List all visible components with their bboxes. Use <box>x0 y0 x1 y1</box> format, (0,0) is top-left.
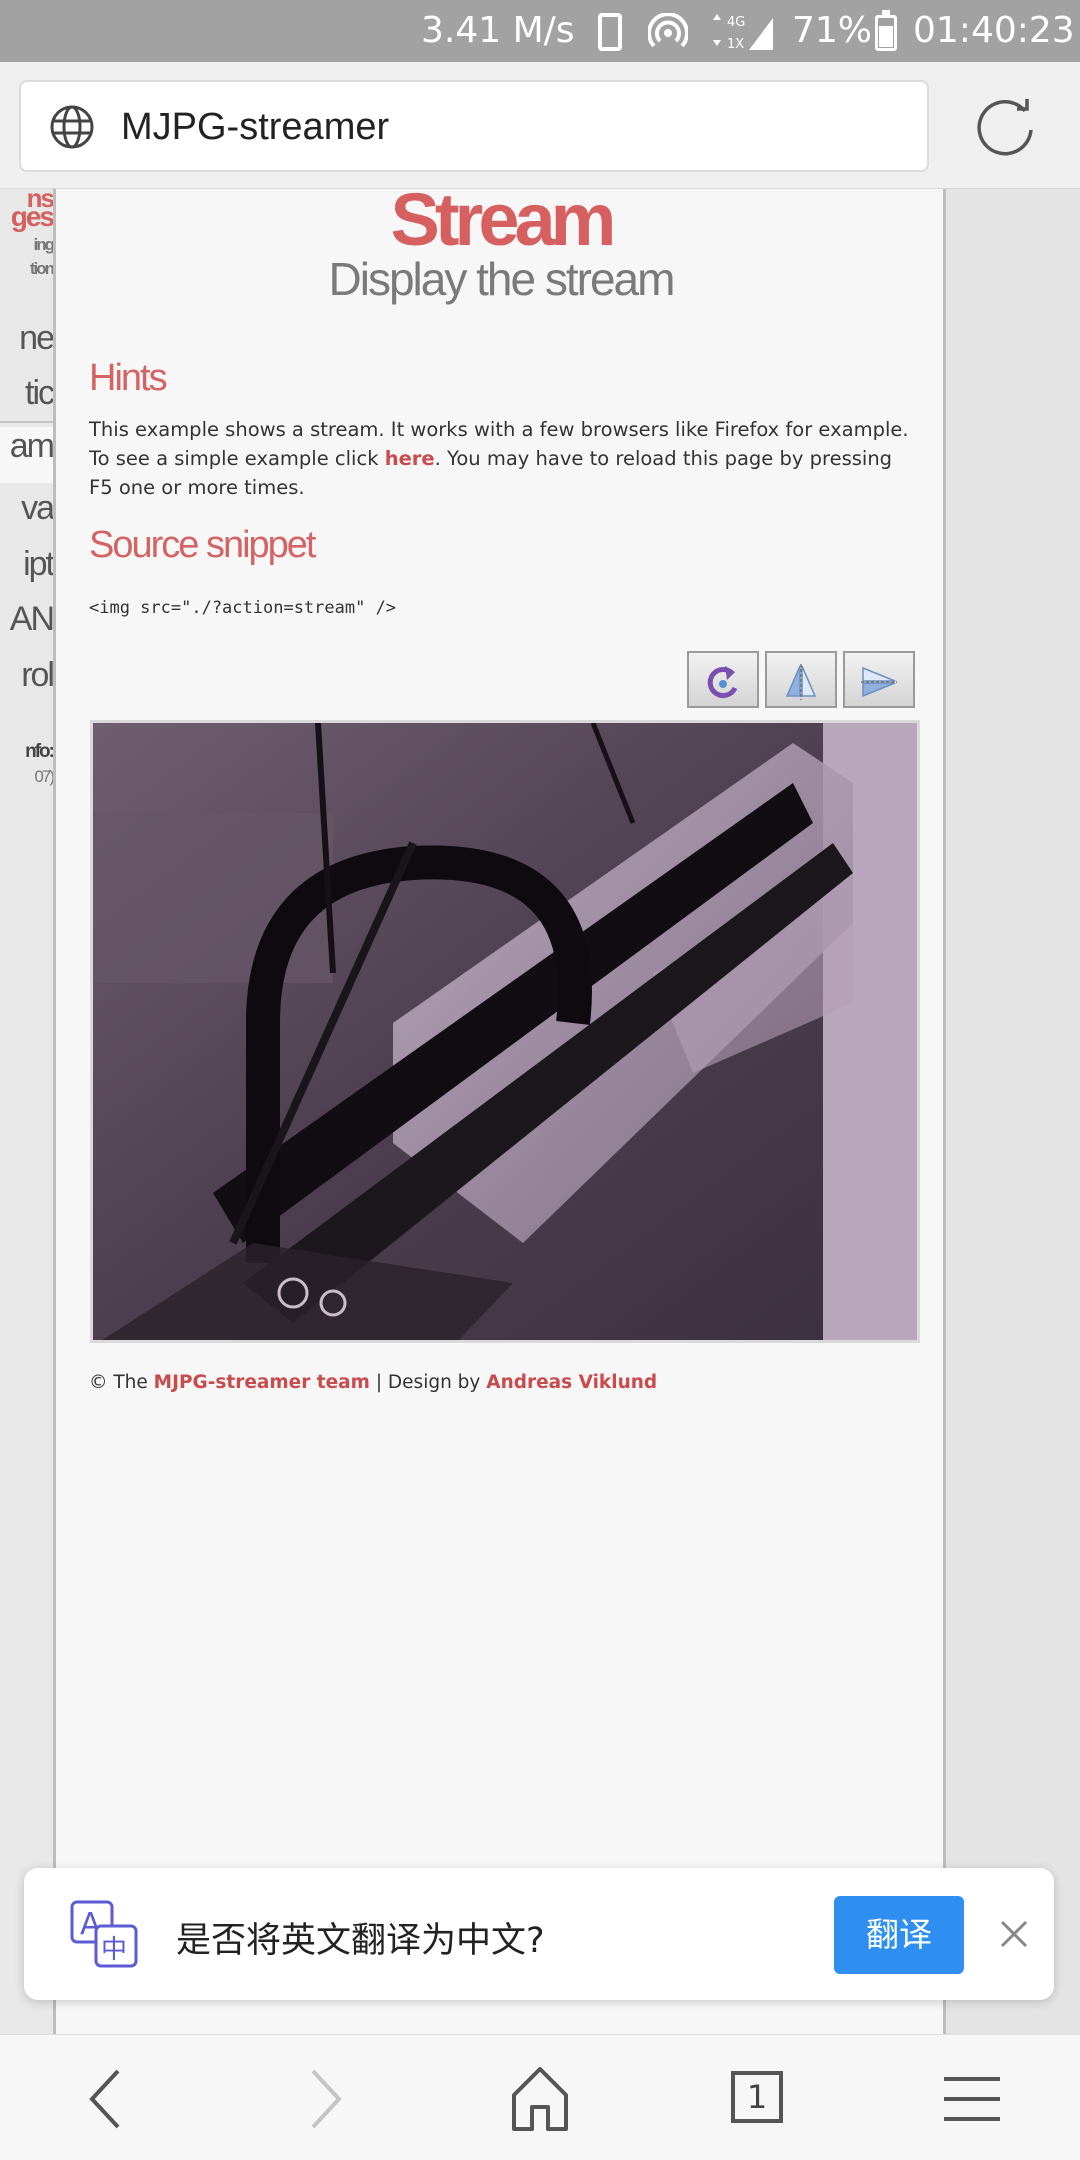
flip-button[interactable] <box>765 651 837 708</box>
sidebar-item[interactable]: AN <box>10 600 53 639</box>
footer-prefix: © The <box>89 1372 154 1393</box>
main-content: Stream Display the stream Hints This exa… <box>56 178 946 2034</box>
page-heading: Stream <box>390 178 617 261</box>
home-icon[interactable] <box>500 2063 580 2135</box>
svg-text:中: 中 <box>101 1935 127 1965</box>
sidebar-item[interactable]: rol <box>21 656 53 695</box>
network-speed: 3.41 M/s <box>421 10 575 51</box>
rotate-icon <box>707 666 738 699</box>
footer: © The MJPG-streamer team | Design by And… <box>89 1372 657 1393</box>
translate-icon: A 中 <box>70 1900 138 1968</box>
phone-icon <box>598 13 622 51</box>
translate-question: 是否将英文翻译为中文? <box>176 1921 545 1961</box>
battery-percent: 71% <box>792 10 873 51</box>
forward-icon[interactable] <box>285 2063 365 2135</box>
mirror-button[interactable] <box>843 651 915 708</box>
bottom-navigation: 1 <box>0 2034 1080 2160</box>
here-link[interactable]: here <box>385 447 435 470</box>
rotate-button[interactable] <box>687 651 759 708</box>
battery-icon <box>875 10 897 51</box>
hints-heading: Hints <box>89 357 168 399</box>
page-title: MJPG-streamer <box>121 106 390 148</box>
network-top-label: 4G <box>727 15 745 30</box>
video-stream[interactable] <box>90 720 920 1343</box>
browser-toolbar: MJPG-streamer <box>0 62 1080 189</box>
clock: 01:40:23 <box>913 10 1075 51</box>
sidebar-item[interactable]: tic <box>0 374 53 423</box>
stream-image <box>93 723 917 1340</box>
reload-icon[interactable] <box>975 97 1037 159</box>
translate-prompt: A 中 是否将英文翻译为中文? 翻译 <box>24 1868 1054 2000</box>
sidebar-info: nfo: <box>25 741 53 762</box>
sidebar-menu: ns ges ing tion ne tic am va ipt AN rol … <box>0 189 56 2034</box>
snippet-heading: Source snippet <box>89 524 316 566</box>
network-bottom-label: 1X <box>727 37 744 52</box>
page-subtitle: Display the stream <box>328 253 676 305</box>
hints-paragraph: This example shows a stream. It works wi… <box>89 415 919 502</box>
code-snippet: <img src="./?action=stream" /> <box>89 598 397 618</box>
status-bar: 3.41 M/s 4G 1X 71% 01:40:23 <box>0 0 1080 62</box>
sidebar-item[interactable]: ne <box>19 319 53 358</box>
sidebar-item[interactable]: ges <box>11 201 53 233</box>
hotspot-icon <box>648 13 688 48</box>
sidebar-item: ing <box>33 235 54 254</box>
mirror-icon <box>861 666 897 698</box>
translate-button[interactable]: 翻译 <box>834 1896 964 1974</box>
globe-icon <box>50 105 94 149</box>
menu-icon[interactable] <box>932 2063 1012 2135</box>
back-icon[interactable] <box>66 2063 146 2135</box>
footer-mid: | Design by <box>369 1372 487 1393</box>
designer-link[interactable]: Andreas Viklund <box>486 1372 657 1393</box>
tabs-button[interactable]: 1 <box>731 2071 783 2123</box>
sidebar-item-active[interactable]: am <box>0 427 53 483</box>
address-bar[interactable]: MJPG-streamer <box>19 80 929 172</box>
sidebar-item[interactable]: va <box>21 489 53 528</box>
flip-icon <box>785 664 817 700</box>
team-link[interactable]: MJPG-streamer team <box>154 1372 370 1393</box>
sidebar-item: tion <box>29 259 53 278</box>
close-icon[interactable] <box>994 1914 1034 1954</box>
sidebar-item[interactable]: ipt <box>23 545 53 584</box>
sidebar-info-version: 07) <box>34 767 53 786</box>
signal-icon: 4G 1X <box>713 14 773 52</box>
